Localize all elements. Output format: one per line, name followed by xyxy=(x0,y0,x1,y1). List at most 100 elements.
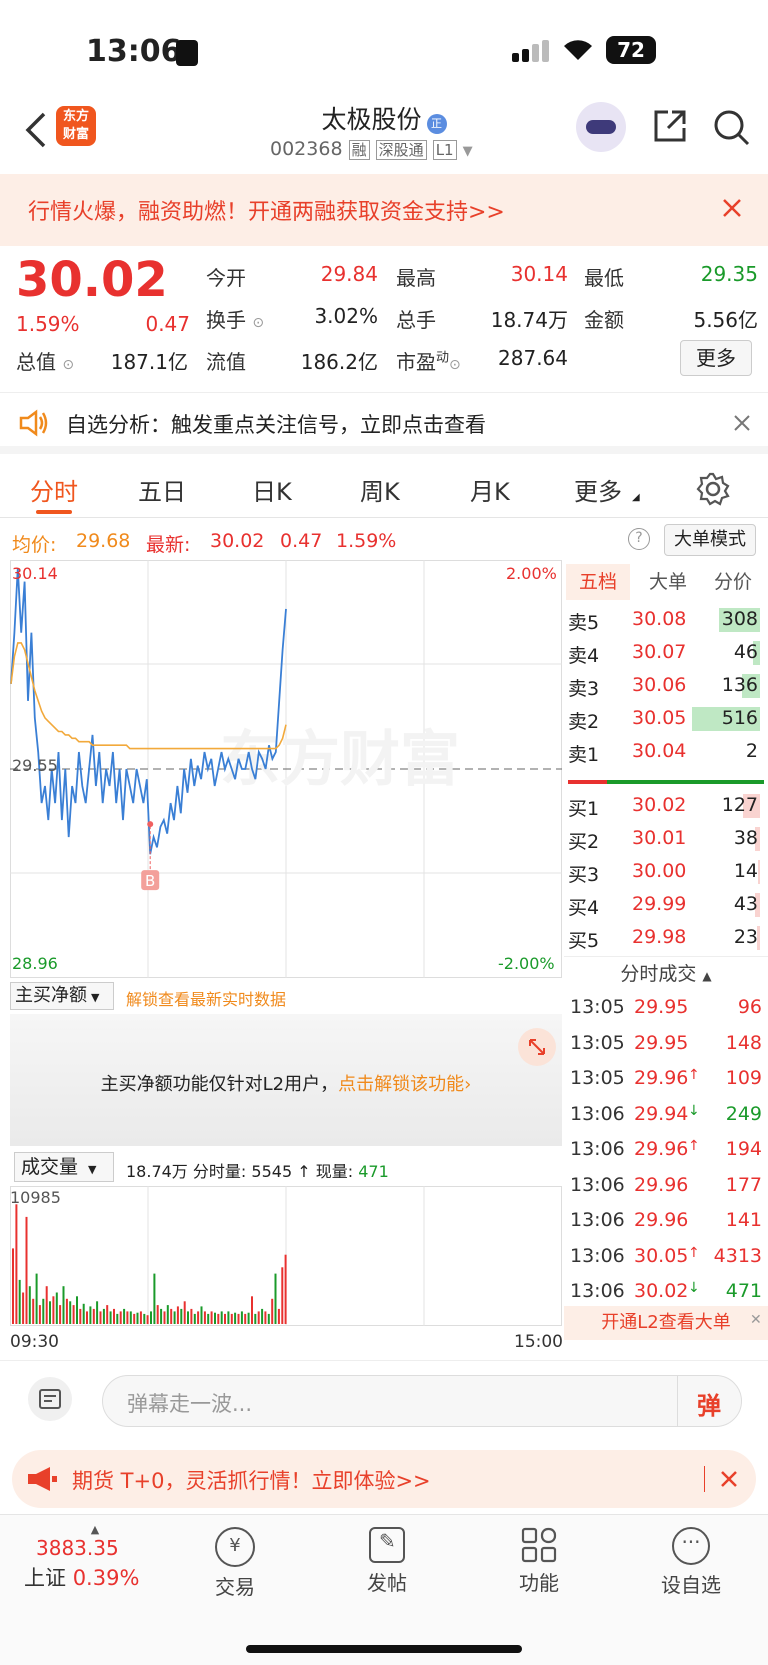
nav-trade[interactable]: ¥ 交易 xyxy=(180,1527,290,1600)
volume-bar xyxy=(133,1313,136,1324)
bid-price: 30.00 xyxy=(632,860,687,882)
tab-five-levels[interactable]: 五档 xyxy=(566,564,630,600)
danmaku-placeholder: 弹幕走一波... xyxy=(127,1392,253,1416)
l2-close-icon[interactable]: ✕ xyxy=(750,1312,762,1328)
robot-avatar-icon[interactable] xyxy=(576,102,626,152)
tick-row: 13:06 30.05 ↑ 4313 xyxy=(564,1243,764,1273)
low-value: 29.35 xyxy=(700,262,758,286)
tab-intraday[interactable]: 分时 xyxy=(30,472,78,507)
volume-bar xyxy=(274,1273,277,1324)
index-ticker[interactable]: ▲ 3883.35 上证 0.39% xyxy=(20,1523,170,1592)
notice-text[interactable]: 自选分析：触发重点关注信号，立即点击查看 xyxy=(66,409,486,439)
tab-big-orders[interactable]: 大单 xyxy=(638,564,698,600)
tick-volume: 249 xyxy=(725,1102,762,1125)
volume-bar xyxy=(32,1298,35,1324)
unlock-feature-link[interactable]: 点击解锁该功能 xyxy=(338,1074,464,1095)
volume-bar xyxy=(153,1273,156,1324)
danmaku-input[interactable]: 弹幕走一波... 弹 xyxy=(102,1375,742,1427)
latest-label: 最新: xyxy=(146,534,191,556)
unlock-link[interactable]: 解锁查看最新实时数据 xyxy=(126,986,286,1010)
volume-bar xyxy=(227,1311,230,1324)
volume-bar xyxy=(38,1305,41,1324)
bid-row[interactable]: 买5 29.98 23 xyxy=(564,924,764,954)
danmaku-send-button[interactable]: 弹 xyxy=(697,1386,721,1421)
change-value: 0.47 xyxy=(145,312,190,336)
tick-volume: 471 xyxy=(725,1280,762,1302)
avg-label: 均价: xyxy=(12,534,57,556)
tab-more[interactable]: 更多 xyxy=(574,472,622,507)
nav-functions[interactable]: 功能 xyxy=(484,1527,594,1596)
quote-panel: 30.02 1.59% 0.47 今开 29.84 最高 30.14 最低 29… xyxy=(0,246,768,392)
stock-name: 太极股份 xyxy=(321,105,422,134)
stock-code: 002368 xyxy=(270,138,343,160)
index-arrow-icon: ▲ xyxy=(90,1523,100,1536)
analysis-notice[interactable]: 自选分析：触发重点关注信号，立即点击查看 xyxy=(0,392,768,454)
promo-close-icon[interactable] xyxy=(720,1470,738,1492)
comment-list-icon[interactable] xyxy=(28,1377,72,1421)
volume-label: 总手 xyxy=(396,308,436,332)
volume-select[interactable]: 成交量 ▼ xyxy=(14,1152,114,1182)
volume-bar xyxy=(180,1308,183,1324)
banner-text[interactable]: 行情火爆，融资助燃！开通两融获取资金支持>> xyxy=(28,194,505,226)
ask-price: 30.06 xyxy=(632,674,687,696)
ticks-header[interactable]: 分时成交 ▲ xyxy=(564,956,768,990)
ask-row[interactable]: 卖4 30.07 46 xyxy=(564,639,764,669)
volume-bar xyxy=(89,1306,92,1324)
ask-row[interactable]: 卖5 30.08 308 xyxy=(564,606,764,636)
search-icon[interactable] xyxy=(712,108,752,152)
bid-price: 29.98 xyxy=(632,926,687,948)
ask-row[interactable]: 卖2 30.05 516 xyxy=(564,705,764,735)
nav-post[interactable]: ✎ 发帖 xyxy=(332,1527,442,1596)
volume-bar xyxy=(106,1305,109,1324)
bottom-nav: ▲ 3883.35 上证 0.39% ¥ 交易 ✎ 发帖 功能 ··· 设自选 xyxy=(0,1514,768,1665)
input-divider xyxy=(677,1376,678,1426)
ask-row[interactable]: 卖3 30.06 136 xyxy=(564,672,764,702)
bid-row[interactable]: 买2 30.01 38 xyxy=(564,825,764,855)
time-axis: 09:30 15:00 xyxy=(10,1328,566,1354)
ask-price: 30.05 xyxy=(632,707,687,729)
high-label: 最高 xyxy=(396,266,436,290)
volume-chart-svg[interactable] xyxy=(10,1186,562,1326)
bid-row[interactable]: 买3 30.00 14 xyxy=(564,858,764,888)
tab-price-dist[interactable]: 分价 xyxy=(702,564,764,600)
margin-banner[interactable]: 行情火爆，融资助燃！开通两融获取资金支持>> xyxy=(0,174,768,246)
tab-daily-k[interactable]: 日K xyxy=(252,472,292,507)
nav-add-watchlist-label: 设自选 xyxy=(661,1573,721,1597)
ask-row[interactable]: 卖1 30.04 2 xyxy=(564,738,764,768)
promo-text[interactable]: 期货 T+0，灵活抓行情！立即体验>> xyxy=(72,1465,431,1495)
intraday-chart[interactable]: 东方财富 B 30.14 29.55 28.96 2.00% -2.00% xyxy=(10,560,562,978)
l2-link-text[interactable]: 开通L2查看大单 xyxy=(601,1312,730,1333)
expand-icon[interactable] xyxy=(518,1028,556,1066)
volume-bar xyxy=(230,1313,233,1324)
volume-bar xyxy=(244,1313,247,1324)
big-order-mode-button[interactable]: 大单模式 xyxy=(664,524,756,556)
bid-row[interactable]: 买1 30.02 127 xyxy=(564,792,764,822)
volume-bar xyxy=(163,1311,166,1324)
tick-arrow: ↓ xyxy=(688,1102,700,1119)
close-notice-icon[interactable] xyxy=(734,415,750,435)
tick-time: 13:06 xyxy=(570,1209,625,1231)
help-icon[interactable]: ? xyxy=(628,528,650,550)
nav-add-watchlist[interactable]: ··· 设自选 xyxy=(636,1527,746,1598)
tab-weekly-k[interactable]: 周K xyxy=(360,472,400,507)
bid-row[interactable]: 买4 29.99 43 xyxy=(564,891,764,921)
chevron-down-icon[interactable]: ▼ xyxy=(463,144,473,159)
share-icon[interactable] xyxy=(652,108,688,148)
tab-monthly-k[interactable]: 月K xyxy=(470,472,510,507)
bid-price: 30.01 xyxy=(632,827,687,849)
close-icon[interactable] xyxy=(722,198,742,222)
main-buy-select[interactable]: 主买净额 ▼ xyxy=(10,982,114,1010)
intraday-chart-svg[interactable]: 东方财富 B xyxy=(10,560,562,978)
settings-gear-icon[interactable] xyxy=(696,472,730,510)
futures-promo[interactable]: 期货 T+0，灵活抓行情！立即体验>> xyxy=(12,1450,756,1508)
tick-price: 29.96 xyxy=(634,1209,689,1231)
volume-bar xyxy=(123,1308,126,1324)
tab-five-day[interactable]: 五日 xyxy=(138,472,186,507)
volume-bar xyxy=(183,1301,186,1324)
volume-bar xyxy=(18,1279,21,1324)
ask-label: 卖2 xyxy=(568,711,600,733)
volume-bar xyxy=(86,1311,88,1324)
volume-chart[interactable]: 10985 xyxy=(10,1186,562,1326)
l2-link[interactable]: 开通L2查看大单 xyxy=(564,1306,768,1340)
more-button[interactable]: 更多 xyxy=(680,340,752,376)
